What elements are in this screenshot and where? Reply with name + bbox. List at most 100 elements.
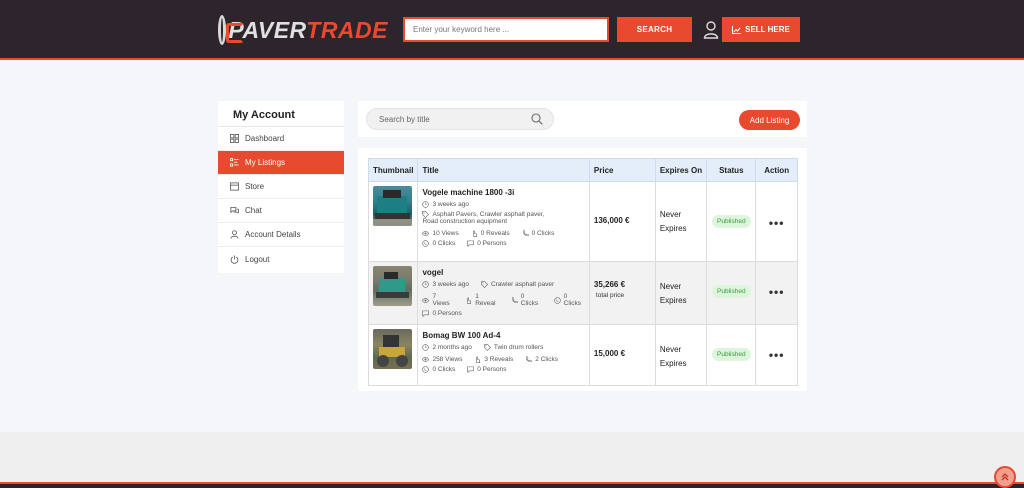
reveals-count: 3 Reveals [484, 356, 514, 363]
sidebar-item-label: My Listings [245, 158, 286, 167]
keyword-search-input[interactable] [403, 17, 609, 42]
listing-stats-2: 0 Clicks 0 Persons [422, 240, 584, 247]
expires-value: Never Expires [660, 329, 702, 371]
more-actions-button[interactable]: ••• [760, 266, 793, 299]
table-row: vogel 3 weeks ago Crawler asphalt paver … [367, 261, 798, 325]
action-cell: ••• [755, 181, 798, 262]
listing-tags-text-2: Road construction equipment [422, 218, 508, 225]
more-actions-button[interactable]: ••• [760, 329, 793, 362]
posted-time-and-tags: 2 months ago Twin drum rollers [422, 344, 584, 351]
add-listing-button[interactable]: Add Listing [739, 110, 800, 130]
listing-title[interactable]: Bomag BW 100 Ad-4 [422, 331, 584, 340]
sidebar-item-label: Store [245, 182, 265, 191]
expires-cell: Never Expires [654, 261, 708, 325]
persons-count: 0 Persons [477, 240, 507, 247]
status-cell: Published [706, 324, 757, 386]
tag-icon [483, 344, 491, 351]
listing-price: 15,000 € [593, 349, 626, 358]
logo-text-part2: TRADE [306, 16, 388, 43]
user-account-icon[interactable] [703, 21, 719, 39]
account-sidebar: My Account Dashboard My Listings Store C… [218, 101, 344, 273]
listing-price-value: 35,266 € [593, 280, 626, 289]
persons-count: 0 Persons [477, 366, 507, 373]
sidebar-item-my-listings[interactable]: My Listings [218, 151, 344, 175]
col-header-price: Price [588, 158, 656, 182]
phone-icon [522, 230, 529, 237]
clock-icon [422, 201, 430, 208]
listing-thumbnail[interactable] [373, 329, 412, 369]
sidebar-item-logout[interactable]: Logout [218, 247, 344, 271]
store-icon [230, 182, 239, 191]
listing-title[interactable]: Vogele machine 1800 -3i [422, 188, 584, 197]
listings-toolbar: Add Listing [358, 101, 807, 137]
expires-line2: Expires [659, 296, 687, 305]
sidebar-item-chat[interactable]: Chat [218, 199, 344, 223]
paver-machine-image [376, 272, 409, 298]
listing-price: 136,000 € [593, 216, 630, 225]
tag-icon [422, 211, 430, 218]
list-icon [230, 158, 239, 167]
chat-icon [230, 206, 239, 214]
double-chevron-up-icon [1001, 473, 1009, 481]
listings-table-card: Thumbnail Title Price Expires On Status … [358, 148, 807, 391]
logo-mark-icon [218, 15, 246, 45]
footer-band [0, 432, 1024, 482]
views-count: 10 Views [432, 230, 459, 237]
whatsapp-icon [422, 240, 430, 247]
phone-clicks-count: 0 Clicks [531, 230, 555, 237]
footer-bar [0, 482, 1024, 488]
listing-stats-2: 0 Clicks 0 Persons [422, 366, 584, 373]
chat-bubble-icon [467, 240, 475, 247]
phone-icon [526, 356, 532, 363]
title-cell: vogel 3 weeks ago Crawler asphalt paver … [417, 261, 590, 325]
status-badge: Published [712, 215, 751, 228]
listing-stats-2: 0 Persons [422, 310, 584, 317]
listing-tags-text: Crawler asphalt paver [490, 281, 555, 288]
expires-value: Never Expires [660, 186, 702, 236]
expires-value: Never Expires [660, 266, 702, 308]
phone-clicks-count: 0 Clicks [520, 293, 539, 307]
table-header-row: Thumbnail Title Price Expires On Status … [367, 158, 798, 182]
expires-line2: Expires [659, 359, 687, 368]
status-badge: Published [712, 348, 751, 361]
status-cell: Published [706, 261, 757, 325]
scroll-to-top-button[interactable] [994, 466, 1016, 488]
hand-pointer-icon [473, 230, 477, 237]
user-icon [230, 230, 239, 239]
price-cell: 15,000 € [588, 324, 656, 386]
expires-cell: Never Expires [654, 324, 708, 386]
col-header-expires: Expires On [654, 158, 708, 182]
col-header-thumbnail: Thumbnail [367, 158, 419, 182]
tag-icon [481, 281, 488, 288]
sidebar-item-label: Logout [245, 254, 270, 264]
paver-machine-image [373, 190, 412, 226]
eye-icon [422, 297, 430, 303]
search-icon[interactable] [531, 113, 543, 125]
sell-here-button[interactable]: SELL HERE [722, 17, 800, 42]
roller-machine-image [377, 335, 408, 367]
search-button[interactable]: SEARCH [617, 17, 692, 42]
expires-line1: Never [659, 210, 682, 219]
listing-thumbnail[interactable] [373, 186, 412, 226]
sidebar-item-store[interactable]: Store [218, 175, 344, 199]
logo-text: PAVERTRADE [228, 17, 388, 44]
sidebar-item-dashboard[interactable]: Dashboard [218, 127, 344, 151]
title-cell: Vogele machine 1800 -3i 3 weeks ago Asph… [417, 181, 590, 262]
sidebar-item-label: Account Details [245, 230, 301, 239]
whatsapp-clicks-count: 0 Clicks [432, 240, 456, 247]
posted-time: 3 weeks ago [422, 201, 584, 208]
hand-pointer-icon [467, 296, 472, 304]
title-search-input[interactable] [366, 108, 554, 130]
sidebar-item-account-details[interactable]: Account Details [218, 223, 344, 247]
listing-thumbnail[interactable] [373, 266, 412, 306]
title-cell: Bomag BW 100 Ad-4 2 months ago Twin drum… [417, 324, 590, 386]
power-icon [230, 254, 239, 264]
listing-stats: 258 Views 3 Reveals 2 Clicks [422, 356, 584, 363]
clock-icon [422, 344, 430, 351]
listing-title[interactable]: vogel [422, 268, 584, 277]
more-actions-button[interactable]: ••• [760, 186, 793, 230]
whatsapp-clicks-count: 0 Clicks [563, 293, 581, 307]
eye-icon [422, 357, 430, 362]
site-logo[interactable]: PAVERTRADE [218, 14, 388, 46]
listing-tags-line2: Road construction equipment [422, 218, 584, 225]
